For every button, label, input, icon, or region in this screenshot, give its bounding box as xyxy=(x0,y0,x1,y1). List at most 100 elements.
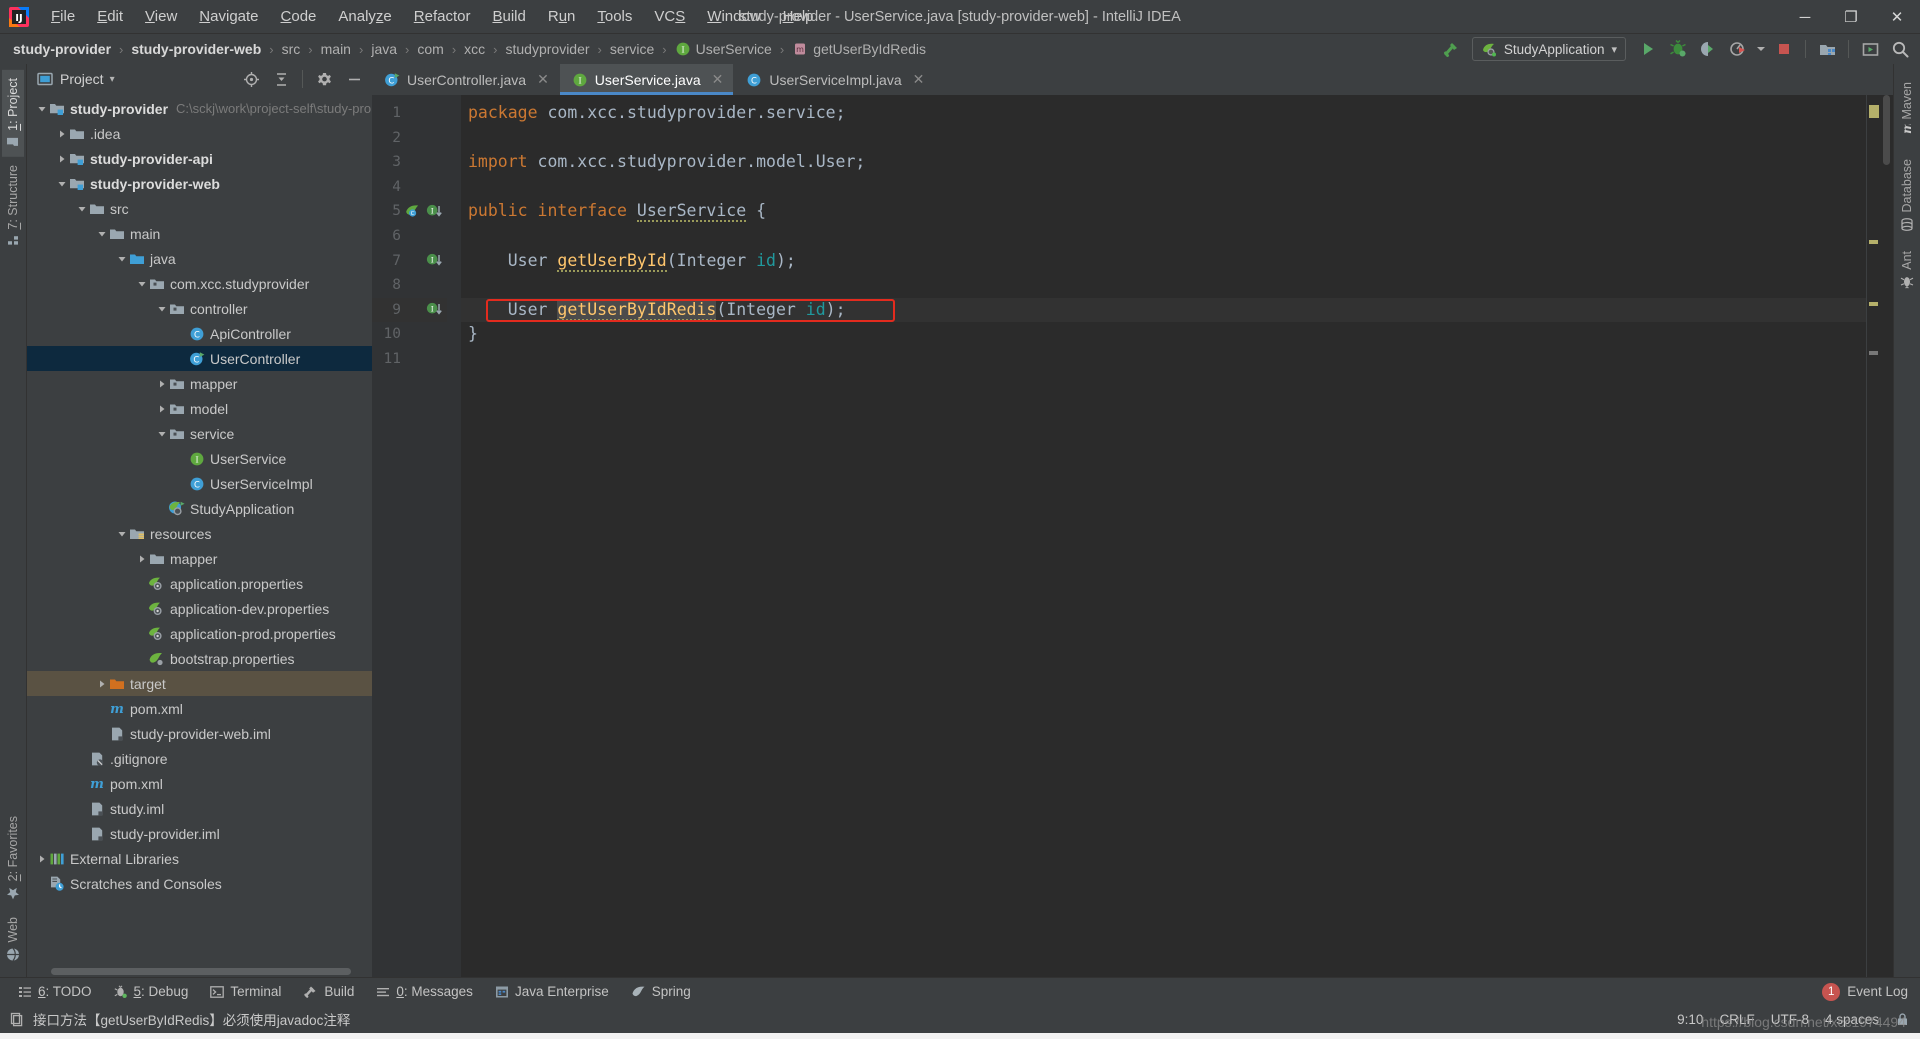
gutter-line[interactable]: 8 xyxy=(372,273,447,298)
editor-gutter[interactable]: 1 2 3 4 5 C I 6 7 I 8 9 I 10 11 xyxy=(372,95,447,977)
chevron-right-icon[interactable] xyxy=(35,854,48,864)
breadcrumb-item-main[interactable]: main xyxy=(318,40,354,58)
breadcrumb-item-java[interactable]: java xyxy=(368,40,400,58)
run-coverage-button[interactable] xyxy=(1694,36,1722,62)
gutter-line[interactable]: 6 xyxy=(372,224,447,249)
chevron-down-icon[interactable] xyxy=(155,304,168,314)
run-configuration-selector[interactable]: StudyApplication ▾ xyxy=(1471,37,1626,61)
minimize-button[interactable]: ─ xyxy=(1782,0,1828,34)
tree-node[interactable]: resources xyxy=(27,521,372,546)
chevron-down-icon[interactable] xyxy=(115,254,128,264)
profiler-button[interactable] xyxy=(1724,36,1752,62)
code-line[interactable]: } xyxy=(461,322,1866,347)
code-line[interactable] xyxy=(461,347,1866,372)
caret-position[interactable]: 9:10 xyxy=(1677,1012,1703,1027)
chevron-down-icon[interactable] xyxy=(135,279,148,289)
chevron-down-icon[interactable]: ▾ xyxy=(110,74,115,85)
code-line[interactable]: public interface UserService { xyxy=(461,199,1866,224)
tree-node[interactable]: I UserService xyxy=(27,446,372,471)
stop-button[interactable] xyxy=(1770,36,1798,62)
tree-node[interactable]: study-provider-web.iml xyxy=(27,721,372,746)
close-icon[interactable]: ✕ xyxy=(537,71,549,88)
chevron-right-icon[interactable] xyxy=(135,554,148,564)
menu-analyze[interactable]: Analyze xyxy=(327,4,402,30)
chevron-right-icon[interactable] xyxy=(155,379,168,389)
tree-node[interactable]: C ApiController xyxy=(27,321,372,346)
code-line[interactable] xyxy=(461,273,1866,298)
select-in-button[interactable] xyxy=(1856,36,1884,62)
gutter-icons[interactable]: I xyxy=(426,251,443,271)
menu-file[interactable]: File xyxy=(40,4,86,30)
tool-window-build[interactable]: Build xyxy=(293,981,364,1002)
editor-tab-usercontroller-java[interactable]: C UserController.java ✕ xyxy=(372,64,560,95)
tree-node[interactable]: .gitignore xyxy=(27,746,372,771)
gutter-line[interactable]: 2 xyxy=(372,126,447,151)
editor-vertical-scrollbar[interactable] xyxy=(1880,95,1893,977)
tool-window-java-enterprise[interactable]: Java Enterprise xyxy=(485,981,619,1002)
tree-node[interactable]: mapper xyxy=(27,371,372,396)
gutter-line[interactable]: 11 xyxy=(372,347,447,372)
code-line[interactable] xyxy=(461,126,1866,151)
tree-node[interactable]: com.xcc.studyprovider xyxy=(27,271,372,296)
project-tree[interactable]: study-provider C:\sckj\work\project-self\… xyxy=(27,94,372,966)
tree-node[interactable]: study-provider-api xyxy=(27,146,372,171)
project-horizontal-scrollbar[interactable] xyxy=(27,966,372,977)
chevron-down-icon[interactable] xyxy=(55,179,68,189)
breadcrumb-item-studyprovider[interactable]: studyprovider xyxy=(503,40,593,58)
breadcrumb-item-study-provider[interactable]: study-provider xyxy=(10,40,114,58)
tree-node[interactable]: target xyxy=(27,671,372,696)
tree-node[interactable]: application-prod.properties xyxy=(27,621,372,646)
tree-node[interactable]: model xyxy=(27,396,372,421)
tree-node[interactable]: .idea xyxy=(27,121,372,146)
breadcrumb-item-src[interactable]: src xyxy=(279,40,304,58)
gutter-icons[interactable]: I xyxy=(426,300,443,320)
sidebar-item-database[interactable]: Database xyxy=(1896,149,1918,242)
tree-node[interactable]: m pom.xml xyxy=(27,696,372,721)
tree-node[interactable]: C UserController xyxy=(27,346,372,371)
build-hammer-icon[interactable] xyxy=(1438,36,1466,62)
menu-window[interactable]: Window xyxy=(696,4,771,30)
code-line[interactable]: import com.xcc.studyprovider.model.User; xyxy=(461,150,1866,175)
code-line[interactable]: User getUserById(Integer id); xyxy=(461,249,1866,274)
chevron-down-icon[interactable] xyxy=(35,104,48,114)
search-everywhere-button[interactable] xyxy=(1886,36,1914,62)
menu-help[interactable]: Help xyxy=(772,4,825,30)
menu-view[interactable]: View xyxy=(134,4,188,30)
menu-refactor[interactable]: Refactor xyxy=(403,4,482,30)
chevron-right-icon[interactable] xyxy=(55,129,68,139)
chevron-right-icon[interactable] xyxy=(155,404,168,414)
breadcrumb-item-study-provider-web[interactable]: study-provider-web xyxy=(128,40,264,58)
tree-node[interactable]: src xyxy=(27,196,372,221)
settings-gear-icon[interactable] xyxy=(310,66,338,92)
tree-node[interactable]: Scratches and Consoles xyxy=(27,871,372,896)
line-separator[interactable]: CRLF xyxy=(1719,1012,1754,1027)
editor-tab-userservice-java[interactable]: I UserService.java ✕ xyxy=(559,64,735,95)
maximize-button[interactable]: ❐ xyxy=(1828,0,1874,34)
event-log-button[interactable]: 1 Event Log xyxy=(1822,982,1908,1001)
menu-tools[interactable]: Tools xyxy=(586,4,643,30)
locate-icon[interactable] xyxy=(237,66,265,92)
code-line[interactable] xyxy=(461,175,1866,200)
chevron-right-icon[interactable] xyxy=(95,679,108,689)
tree-node[interactable]: study-provider.iml xyxy=(27,821,372,846)
tree-node[interactable]: application.properties xyxy=(27,571,372,596)
chevron-down-icon[interactable] xyxy=(155,429,168,439)
gutter-line[interactable]: 4 xyxy=(372,175,447,200)
menu-code[interactable]: Code xyxy=(270,4,328,30)
tree-node[interactable]: main xyxy=(27,221,372,246)
menu-vcs[interactable]: VCS xyxy=(643,4,696,30)
sidebar-item-structure[interactable]: 7: Structure xyxy=(2,157,24,256)
sidebar-item-maven[interactable]: m Maven xyxy=(1896,72,1918,149)
tree-node[interactable]: study.iml xyxy=(27,796,372,821)
tree-node[interactable]: m pom.xml xyxy=(27,771,372,796)
breadcrumb-item-com[interactable]: com xyxy=(414,40,446,58)
code-line[interactable] xyxy=(461,224,1866,249)
gutter-line[interactable]: 10 xyxy=(372,322,447,347)
editor-tab-userserviceimpl-java[interactable]: C UserServiceImpl.java ✕ xyxy=(734,64,936,95)
sidebar-item-web[interactable]: Web xyxy=(2,909,24,969)
gutter-line[interactable]: 7I xyxy=(372,249,447,274)
menu-run[interactable]: Run xyxy=(537,4,587,30)
menu-edit[interactable]: Edit xyxy=(86,4,134,30)
tool-window-todo[interactable]: 6: TODO xyxy=(8,981,102,1002)
tree-node[interactable]: service xyxy=(27,421,372,446)
